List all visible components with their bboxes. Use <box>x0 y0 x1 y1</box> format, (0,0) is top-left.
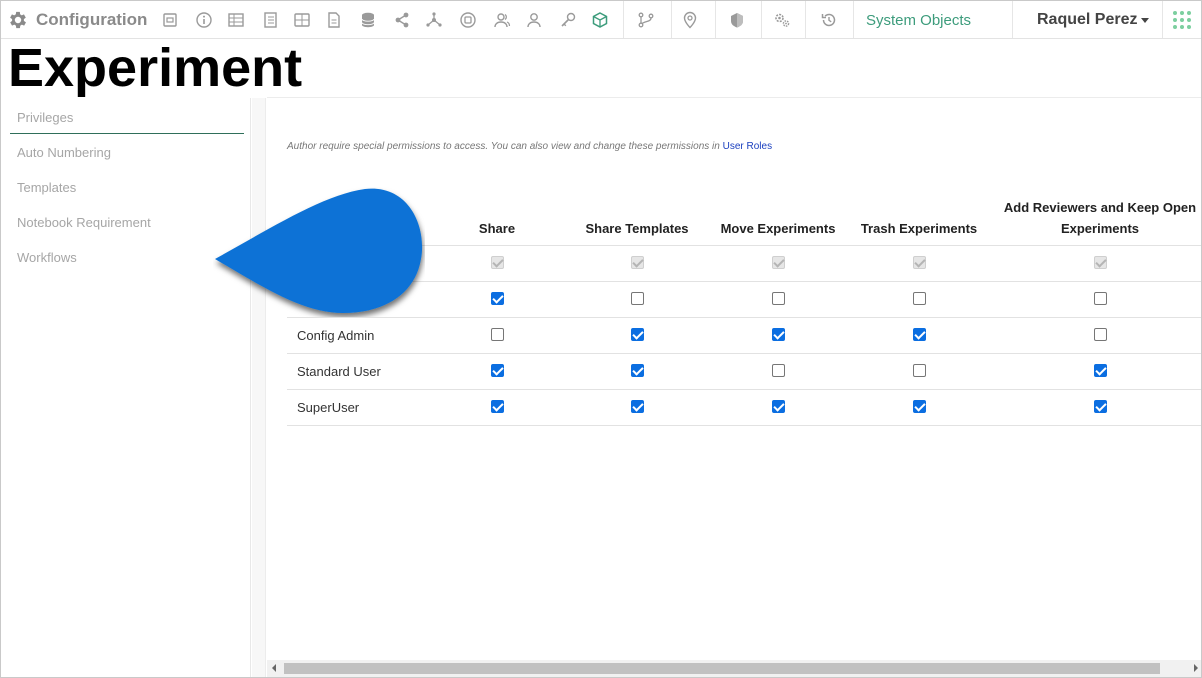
document-icon[interactable] <box>259 9 281 31</box>
toolbar-divider <box>805 1 806 38</box>
cogs-icon[interactable] <box>771 9 793 31</box>
toolbar-divider <box>761 1 762 38</box>
app-name: Configuration <box>36 10 148 29</box>
scroll-right-icon[interactable] <box>1194 664 1198 672</box>
privilege-checkbox[interactable] <box>631 400 644 413</box>
toolbar-divider <box>1162 1 1163 38</box>
privilege-checkbox[interactable] <box>913 292 926 305</box>
sidebar-item-templates[interactable]: Templates <box>17 180 76 195</box>
grid-icon[interactable] <box>291 9 313 31</box>
panel-gutter <box>252 98 266 677</box>
toolbar-divider <box>853 1 854 38</box>
table-icon[interactable] <box>225 9 247 31</box>
form-icon[interactable] <box>159 9 181 31</box>
privilege-checkbox[interactable] <box>1094 328 1107 341</box>
sidebar-item-auto-numbering[interactable]: Auto Numbering <box>17 145 111 160</box>
history-icon[interactable] <box>818 9 840 31</box>
privilege-checkbox <box>1094 256 1107 269</box>
privilege-checkbox <box>491 256 504 269</box>
row-divider <box>287 389 1201 390</box>
network-icon[interactable] <box>423 9 445 31</box>
user-name: Raquel Perez <box>1037 11 1138 28</box>
privilege-checkbox[interactable] <box>1094 364 1107 377</box>
column-header-add-reviewers: Add Reviewers and Keep Open Experiments <box>1003 200 1197 236</box>
users-icon[interactable] <box>491 9 513 31</box>
top-navigation-bar: Configuration System Objects Raquel Pere… <box>1 1 1201 39</box>
privilege-checkbox[interactable] <box>772 400 785 413</box>
column-header-share: Share <box>478 221 516 236</box>
sidebar-item-workflows[interactable]: Workflows <box>17 250 77 265</box>
toolbar-divider <box>715 1 716 38</box>
app-brand[interactable]: Configuration <box>7 8 147 32</box>
privilege-checkbox[interactable] <box>772 328 785 341</box>
sidebar-item-privileges[interactable]: Privileges <box>17 110 73 125</box>
key-icon[interactable] <box>557 9 579 31</box>
permissions-description: Author require special permissions to ac… <box>287 141 773 152</box>
privilege-checkbox[interactable] <box>913 400 926 413</box>
column-header-trash-experiments: Trash Experiments <box>860 221 978 236</box>
page-horizontal-scrollbar[interactable] <box>267 660 1201 677</box>
privilege-checkbox[interactable] <box>913 328 926 341</box>
toolbar-divider <box>1012 1 1013 38</box>
privileges-panel: Author require special permissions to ac… <box>267 98 1201 677</box>
row-divider <box>287 425 1201 426</box>
active-item-underline <box>10 133 244 134</box>
row-label-config-admin: Config Admin <box>297 328 375 343</box>
privilege-checkbox[interactable] <box>631 364 644 377</box>
app-window: Configuration System Objects Raquel Pere… <box>0 0 1202 678</box>
privilege-checkbox[interactable] <box>631 328 644 341</box>
apps-grid-icon[interactable] <box>1173 11 1191 29</box>
share-icon[interactable] <box>391 9 413 31</box>
chevron-down-icon <box>1141 17 1150 23</box>
sidebar-item-notebook-requirement[interactable]: Notebook Requirement <box>17 215 151 230</box>
scroll-thumb[interactable] <box>284 663 1160 674</box>
privilege-checkbox[interactable] <box>491 292 504 305</box>
location-icon[interactable] <box>679 9 701 31</box>
privilege-checkbox[interactable] <box>913 364 926 377</box>
privilege-checkbox[interactable] <box>491 328 504 341</box>
privilege-checkbox <box>631 256 644 269</box>
system-objects-link[interactable]: System Objects <box>866 12 971 29</box>
row-divider <box>287 353 1201 354</box>
column-header-share-templates: Share Templates <box>585 221 689 236</box>
user-icon[interactable] <box>523 9 545 31</box>
privilege-checkbox[interactable] <box>631 292 644 305</box>
page-title: Experiment Settings <box>1 39 525 155</box>
gear-icon <box>10 11 26 29</box>
badge-icon[interactable] <box>457 9 479 31</box>
privilege-checkbox <box>913 256 926 269</box>
scroll-left-icon[interactable] <box>272 664 276 672</box>
shield-icon[interactable] <box>726 9 748 31</box>
cube-icon[interactable] <box>589 9 611 31</box>
row-label-standard-user: Standard User <box>297 364 381 379</box>
toolbar-divider <box>671 1 672 38</box>
privilege-checkbox[interactable] <box>1094 292 1107 305</box>
pointer-callout-icon <box>215 188 423 313</box>
row-label-superuser: SuperUser <box>297 400 360 415</box>
user-menu[interactable]: Raquel Perez <box>1037 11 1150 29</box>
info-icon[interactable] <box>193 9 215 31</box>
settings-sidebar: Privileges Auto Numbering Templates Note… <box>1 98 251 677</box>
privilege-checkbox[interactable] <box>772 364 785 377</box>
privilege-checkbox[interactable] <box>491 400 504 413</box>
database-icon[interactable] <box>357 9 379 31</box>
toolbar-divider <box>623 1 624 38</box>
user-roles-link[interactable]: User Roles <box>723 141 772 152</box>
privilege-checkbox[interactable] <box>1094 400 1107 413</box>
branch-icon[interactable] <box>635 9 657 31</box>
row-divider <box>287 317 1201 318</box>
privilege-checkbox[interactable] <box>772 292 785 305</box>
privilege-checkbox <box>772 256 785 269</box>
file-icon[interactable] <box>323 9 345 31</box>
column-header-move-experiments: Move Experiments <box>720 221 836 236</box>
privilege-checkbox[interactable] <box>491 364 504 377</box>
